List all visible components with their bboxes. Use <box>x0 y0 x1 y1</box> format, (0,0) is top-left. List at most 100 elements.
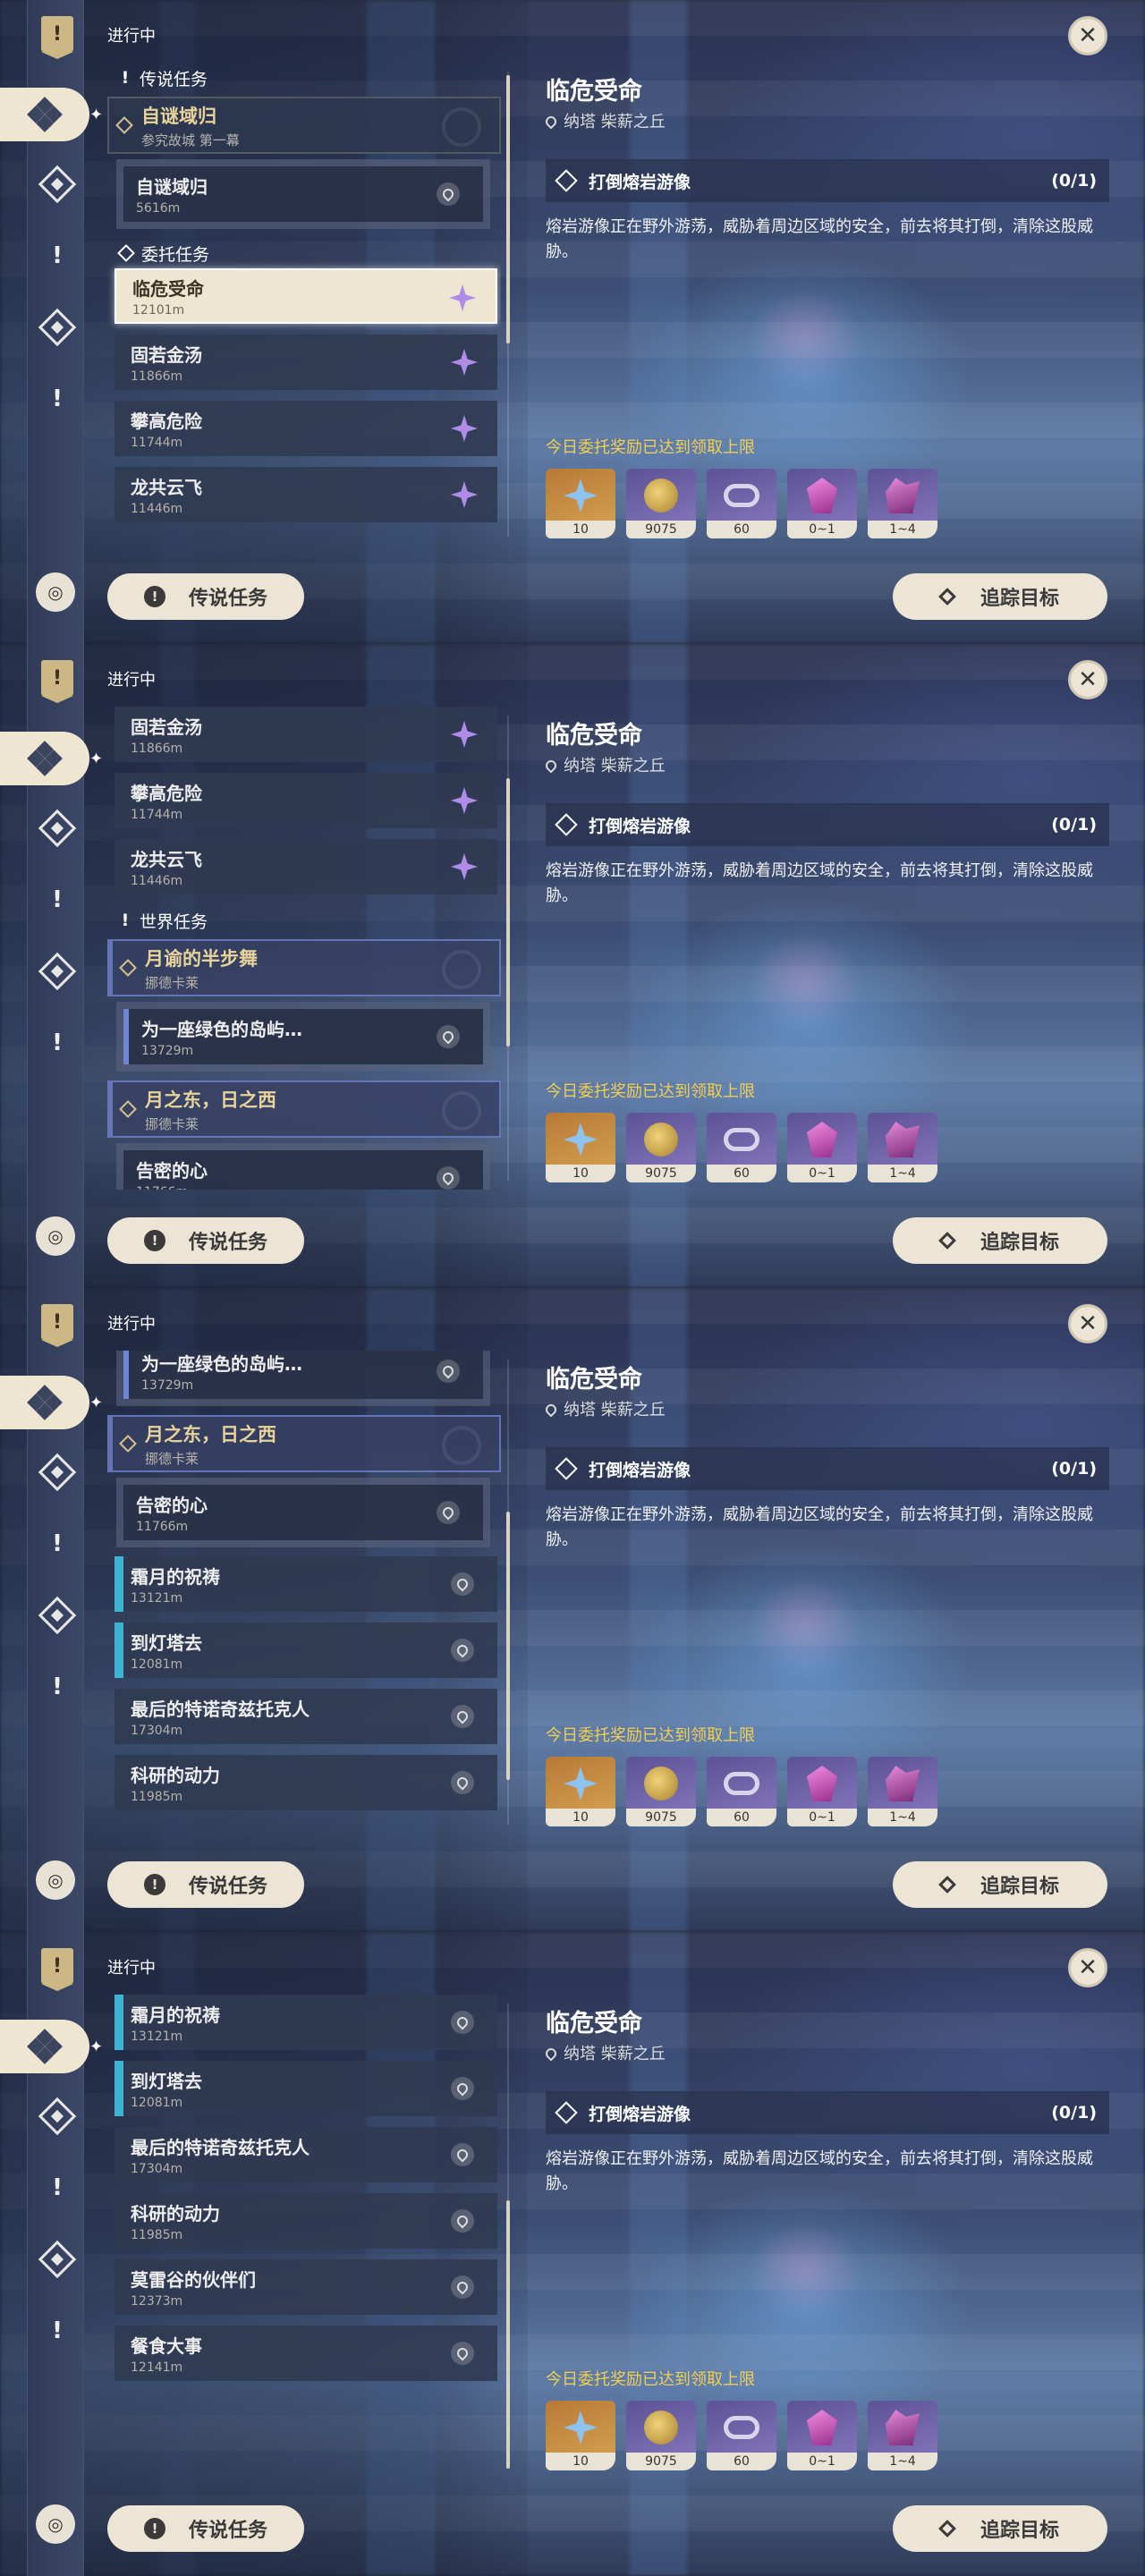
reward-item[interactable]: 1~4 <box>868 469 937 538</box>
quest-item[interactable]: 霜月的祝祷 13121m <box>114 1995 497 2050</box>
quest-item[interactable]: 科研的动力 11985m <box>114 1755 497 1810</box>
in-progress-label: 进行中 <box>107 1959 156 1978</box>
quest-item[interactable]: 龙共云飞 11446m <box>114 467 497 522</box>
track-target-button[interactable]: 追踪目标 <box>893 1217 1107 1264</box>
quest-group-sun[interactable]: 月之东，日之西 挪德卡莱 <box>107 1080 501 1138</box>
quest-group-sun[interactable]: 月之东，日之西 挪德卡莱 <box>107 1415 501 1472</box>
reward-item[interactable]: 60 <box>707 2401 776 2470</box>
quest-item[interactable]: 到灯塔去 12081m <box>114 2061 497 2116</box>
rail-tab-world-icon[interactable]: ! <box>39 1025 75 1061</box>
legend-quest-button[interactable]: ! 传说任务 <box>107 573 304 620</box>
quest-item[interactable]: 餐食大事 12141m <box>114 2326 497 2381</box>
quest-settings-icon[interactable]: ◎ <box>36 572 75 612</box>
quest-item[interactable]: 到灯塔去 12081m <box>114 1623 497 1678</box>
rail-tab-all-quests[interactable] <box>0 732 89 785</box>
legend-quest-button[interactable]: ! 传说任务 <box>107 1217 304 1264</box>
reward-item[interactable]: 1~4 <box>868 1757 937 1826</box>
rail-tab-all-quests[interactable] <box>0 2020 89 2073</box>
mora-coin-icon <box>644 1767 678 1801</box>
track-target-button[interactable]: 追踪目标 <box>893 573 1107 620</box>
rail-tab-commission-icon[interactable] <box>38 1596 77 1635</box>
list-scrollbar[interactable] <box>506 778 510 1046</box>
quest-item[interactable]: 攀高危险 11744m <box>114 401 497 456</box>
rail-tab-archon-icon[interactable] <box>38 2097 77 2136</box>
rail-tab-legend-icon[interactable]: ! <box>39 238 75 274</box>
crystal-cluster-icon <box>886 478 920 513</box>
close-button[interactable]: ✕ <box>1068 1948 1107 1987</box>
quest-item[interactable]: 攀高危险 11744m <box>114 773 497 828</box>
track-target-button[interactable]: 追踪目标 <box>893 1861 1107 1908</box>
location-pin-icon <box>437 1025 460 1048</box>
close-button[interactable]: ✕ <box>1068 660 1107 699</box>
reward-item[interactable]: 60 <box>707 1757 776 1826</box>
reward-item[interactable]: 0~1 <box>787 2401 857 2470</box>
reward-item[interactable]: 1~4 <box>868 2401 937 2470</box>
legend-quest-button[interactable]: ! 传说任务 <box>107 1861 304 1908</box>
rail-tab-commission-icon[interactable] <box>38 2240 77 2279</box>
quest-item[interactable]: 科研的动力 11985m <box>114 2193 497 2249</box>
rail-tab-commission-icon[interactable] <box>38 308 77 347</box>
quest-book-icon[interactable]: ! <box>41 1304 73 1347</box>
quest-item[interactable]: 莫雷谷的伙伴们 12373m <box>114 2259 497 2315</box>
rail-tab-world-icon[interactable]: ! <box>39 381 75 417</box>
list-scrollbar[interactable] <box>506 2200 510 2469</box>
reward-item[interactable]: 9075 <box>626 2401 696 2470</box>
quest-item[interactable]: 最后的特诺奇兹托克人 17304m <box>114 2127 497 2182</box>
rail-tab-legend-icon[interactable]: ! <box>39 2170 75 2206</box>
reward-item[interactable]: 10 <box>546 1757 615 1826</box>
reward-item[interactable]: 10 <box>546 1113 615 1182</box>
rail-tab-commission-icon[interactable] <box>38 952 77 991</box>
legend-quest-button[interactable]: ! 传说任务 <box>107 2505 304 2552</box>
quest-group-moon[interactable]: 月谕的半步舞 挪德卡莱 <box>107 939 501 996</box>
rail-tab-archon-icon[interactable] <box>38 809 77 848</box>
location-pin-icon <box>437 182 460 206</box>
rail-tab-all-quests[interactable] <box>0 1376 89 1429</box>
rail-tab-legend-icon[interactable]: ! <box>39 882 75 918</box>
quest-location: 纳塔 柴薪之丘 <box>543 1397 666 1420</box>
quest-item-zimi[interactable]: 自谜域归 5616m <box>123 166 483 222</box>
quest-item[interactable]: 龙共云飞 11446m <box>114 839 497 894</box>
quest-settings-icon[interactable]: ◎ <box>36 2504 75 2544</box>
reward-item[interactable]: 1~4 <box>868 1113 937 1182</box>
track-target-button[interactable]: 追踪目标 <box>893 2505 1107 2552</box>
quest-settings-icon[interactable]: ◎ <box>36 1860 75 1900</box>
quest-item[interactable]: 最后的特诺奇兹托克人 17304m <box>114 1689 497 1744</box>
reward-item[interactable]: 9075 <box>626 1113 696 1182</box>
rail-tab-archon-icon[interactable] <box>38 165 77 204</box>
rail-tab-all-quests[interactable] <box>0 88 89 141</box>
exclamation-icon: ! <box>143 1874 165 1895</box>
quest-group-zimi[interactable]: 自谜域归 参究故城 第一幕 <box>107 97 501 154</box>
reward-item[interactable]: 10 <box>546 469 615 538</box>
close-button[interactable]: ✕ <box>1068 16 1107 55</box>
reward-item[interactable]: 0~1 <box>787 1113 857 1182</box>
crystal-cluster-icon <box>886 1122 920 1157</box>
reward-item[interactable]: 0~1 <box>787 469 857 538</box>
rail-tab-archon-icon[interactable] <box>38 1453 77 1492</box>
reward-item[interactable]: 60 <box>707 1113 776 1182</box>
quest-item[interactable]: 固若金汤 11866m <box>114 335 497 390</box>
quest-book-icon[interactable]: ! <box>41 16 73 59</box>
quest-item-sun[interactable]: 告密的心11766m <box>123 1485 483 1540</box>
quest-item-moon[interactable]: 为一座绿色的岛屿… 13729m <box>123 1351 483 1399</box>
objective-row: 打倒熔岩游像 (0/1) <box>546 803 1109 846</box>
quest-item-sun[interactable]: 告密的心11766m <box>123 1150 483 1190</box>
quest-item[interactable]: 固若金汤 11866m <box>114 707 497 762</box>
rail-tab-legend-icon[interactable]: ! <box>39 1526 75 1562</box>
rail-tab-world-icon[interactable]: ! <box>39 2313 75 2349</box>
quest-item-moon[interactable]: 为一座绿色的岛屿… 13729m <box>123 1009 483 1064</box>
reward-item[interactable]: 9075 <box>626 1757 696 1826</box>
list-scrollbar[interactable] <box>506 75 510 343</box>
list-scrollbar[interactable] <box>506 1512 510 1780</box>
quest-settings-icon[interactable]: ◎ <box>36 1216 75 1256</box>
rail-tab-world-icon[interactable]: ! <box>39 1669 75 1705</box>
quest-item[interactable]: 霜月的祝祷 13121m <box>114 1556 497 1612</box>
mora-coin-icon <box>644 479 678 513</box>
quest-book-icon[interactable]: ! <box>41 1948 73 1991</box>
reward-item[interactable]: 10 <box>546 2401 615 2470</box>
reward-item[interactable]: 9075 <box>626 469 696 538</box>
quest-item-selected[interactable]: 临危受命 12101m <box>114 268 497 324</box>
reward-item[interactable]: 0~1 <box>787 1757 857 1826</box>
quest-book-icon[interactable]: ! <box>41 660 73 703</box>
reward-item[interactable]: 60 <box>707 469 776 538</box>
close-button[interactable]: ✕ <box>1068 1304 1107 1343</box>
